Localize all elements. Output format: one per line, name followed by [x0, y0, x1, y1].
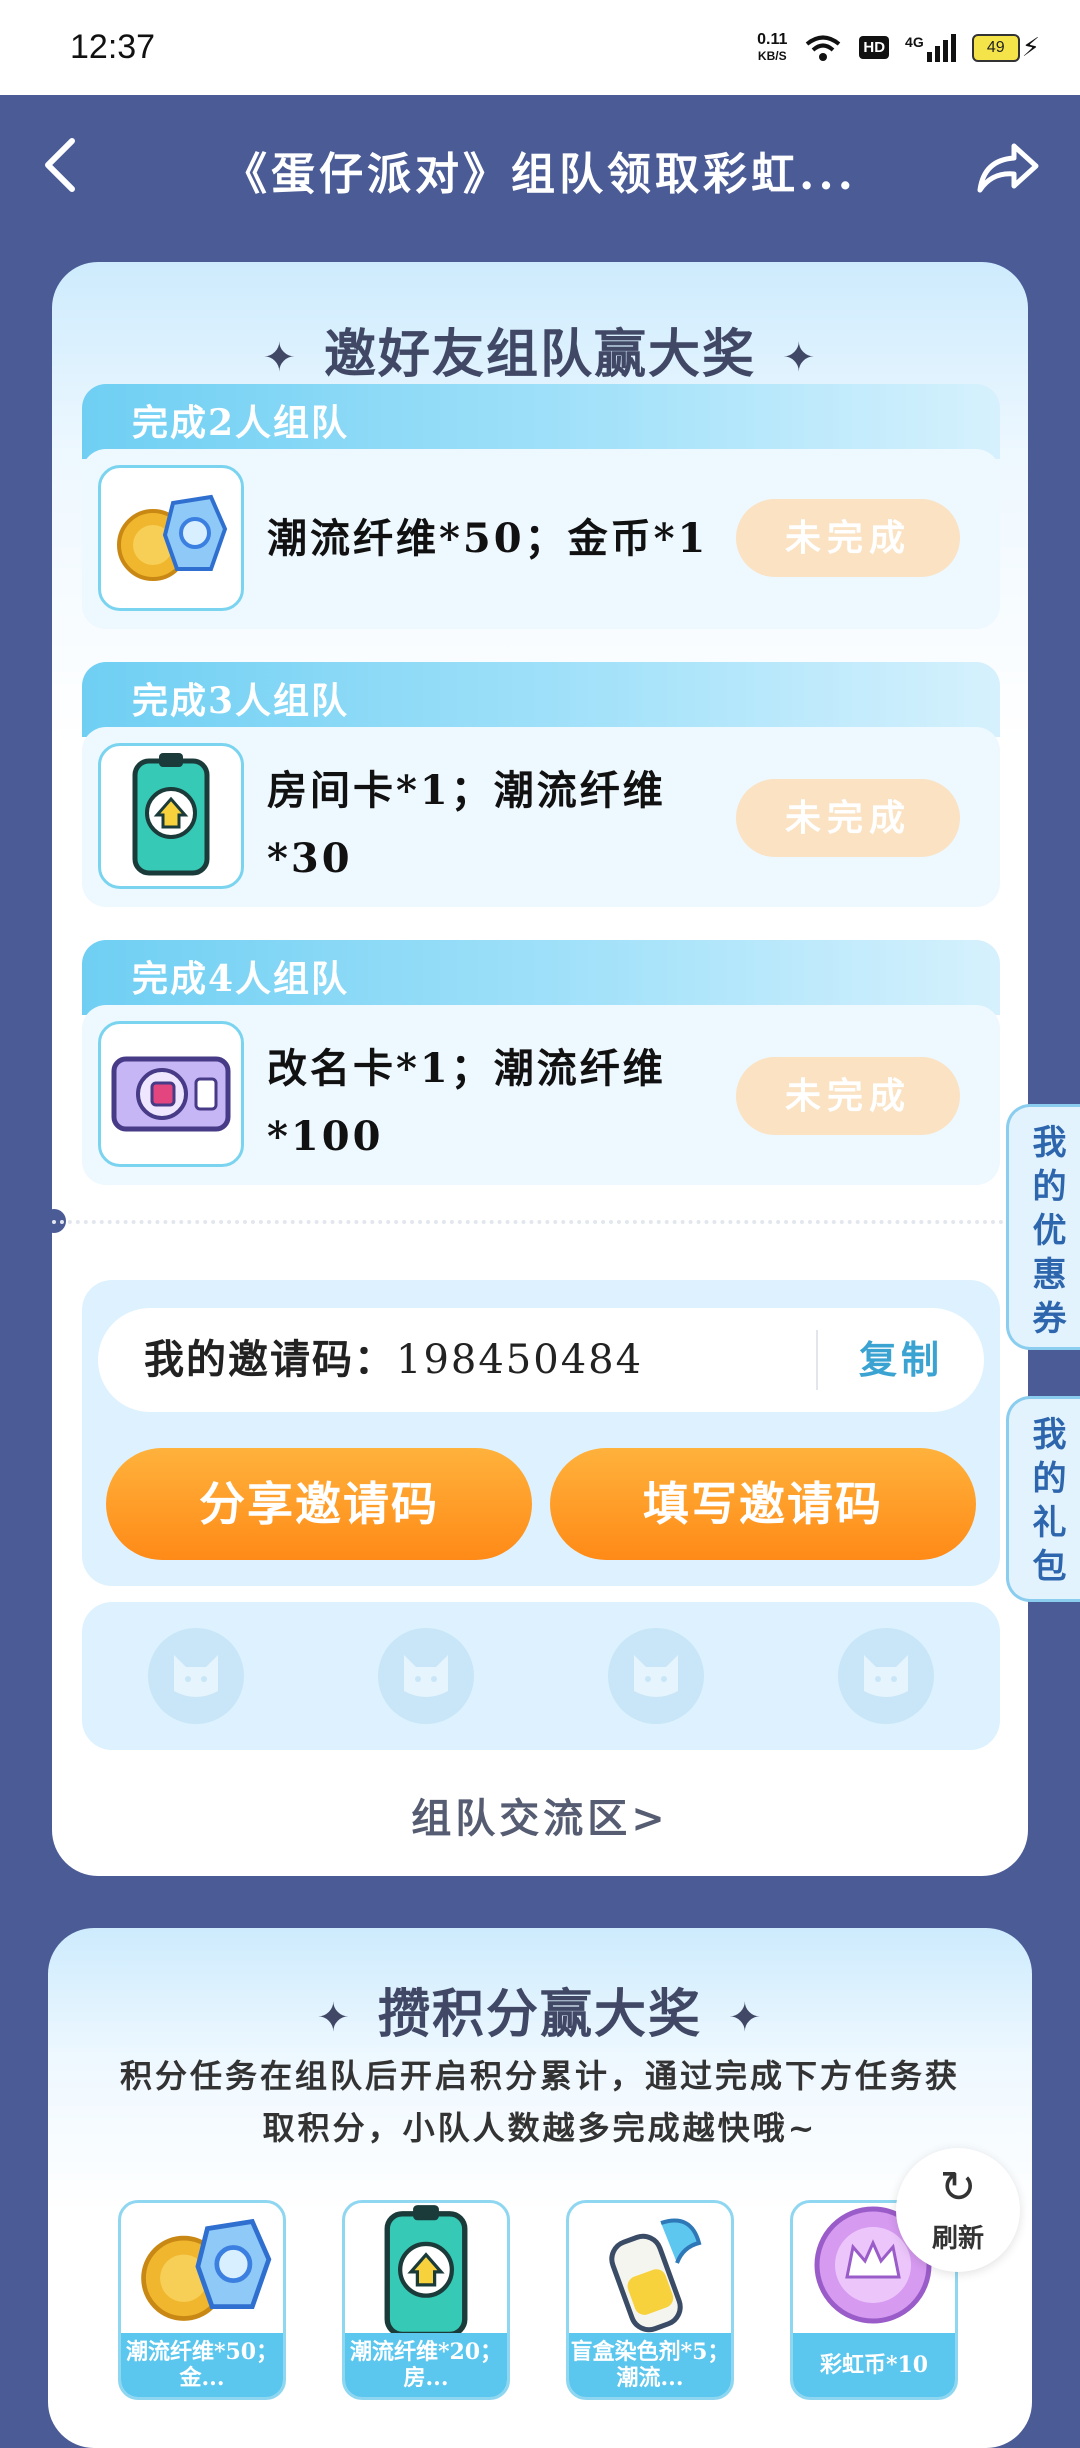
task-card: 完成3人组队 房间卡*1；潮流纤维*30 未完成	[82, 662, 1000, 907]
invite-code-field: 我的邀请码：198450484 复制	[98, 1308, 984, 1412]
team-chat-link[interactable]: 组队交流区>	[52, 1786, 1028, 1844]
invite-code-text: 我的邀请码：198450484	[144, 1308, 643, 1412]
task-reward-text: 潮流纤维*50；金币*1	[267, 515, 709, 562]
chevron-left-icon	[45, 138, 75, 192]
task-reward-text: 房间卡*1；潮流纤维*30	[267, 767, 666, 882]
refresh-button[interactable]: ↻ 刷新	[896, 2148, 1020, 2272]
dotted-divider	[52, 1220, 1028, 1224]
battery-level: 49	[971, 33, 1020, 62]
reward-icon-box	[98, 1021, 244, 1167]
back-button[interactable]	[40, 135, 110, 205]
reward-icon-box	[98, 743, 244, 889]
invite-panel: 我的邀请码：198450484 复制 分享邀请码 填写邀请码	[82, 1280, 1000, 1586]
task-band: 完成3人组队	[82, 662, 1000, 737]
reward-caption: 彩虹币*10	[793, 2333, 955, 2397]
share-icon	[977, 143, 1039, 193]
member-slot[interactable]	[608, 1628, 704, 1724]
points-reward-item[interactable]: 潮流纤维*50；金...	[118, 2200, 286, 2400]
task-reward-text: 改名卡*1；潮流纤维*100	[267, 1045, 666, 1160]
team-rewards-card: ✦ 邀好友组队赢大奖 ✦ 完成2人组队 潮流纤维*50；金币*1 未完成 完成3人组…	[42, 262, 1028, 1876]
net-speed-value: 0.11	[757, 30, 788, 48]
refresh-label: 刷新	[931, 2224, 984, 2254]
my-coupons-tab[interactable]: 我的优惠券	[1006, 1104, 1080, 1350]
task-status-button[interactable]: 未完成	[736, 779, 960, 857]
refresh-icon: ↻	[939, 2162, 977, 2213]
points-section-title-text: 攒积分赢大奖	[377, 1985, 702, 2045]
share-invite-code-button[interactable]: 分享邀请码	[106, 1448, 532, 1560]
task-card: 完成2人组队 潮流纤维*50；金币*1 未完成	[82, 384, 1000, 629]
avatar-placeholder-icon	[404, 1655, 448, 1697]
signal-icon: 4G	[905, 33, 956, 62]
team-member-slots	[82, 1602, 1000, 1750]
reward-caption: 潮流纤维*20；房...	[345, 2333, 507, 2397]
wifi-icon	[806, 35, 841, 61]
status-bar: 12:37 0.11 KB/S HD 4G 49 ⚡	[0, 0, 1080, 95]
task-body: 潮流纤维*50；金币*1 未完成	[82, 449, 1000, 629]
fill-invite-code-button[interactable]: 填写邀请码	[550, 1448, 976, 1560]
sparkle-icon: ✦	[262, 335, 298, 381]
member-slot[interactable]	[148, 1628, 244, 1724]
team-section-title-text: 邀好友组队赢大奖	[323, 325, 756, 385]
clock: 12:37	[70, 28, 156, 66]
status-icons: 0.11 KB/S HD 4G 49 ⚡	[757, 30, 1040, 64]
network-speed: 0.11 KB/S	[757, 30, 788, 64]
hd-icon: HD	[859, 36, 890, 59]
room-card-icon	[132, 753, 210, 876]
avatar-placeholder-icon	[174, 1655, 218, 1697]
points-section-title: ✦ 攒积分赢大奖 ✦	[48, 1972, 1032, 2047]
coin-crystal-icon	[117, 494, 228, 581]
sparkle-icon: ✦	[728, 1995, 764, 2041]
task-band-label: 完成3人组队	[132, 680, 350, 722]
signal-label: 4G	[905, 33, 924, 50]
task-card: 完成4人组队 改名卡*1；潮流纤维*100 未完成	[82, 940, 1000, 1185]
share-button[interactable]	[970, 140, 1040, 200]
task-band: 完成2人组队	[82, 384, 1000, 459]
copy-button[interactable]: 复制	[818, 1308, 984, 1412]
avatar-placeholder-icon	[634, 1655, 678, 1697]
member-slot[interactable]	[378, 1628, 474, 1724]
avatar-placeholder-icon	[864, 1655, 908, 1697]
points-card: ✦ 攒积分赢大奖 ✦ 积分任务在组队后开启积分累计，通过完成下方任务获取积分，小队人…	[48, 1928, 1032, 2448]
invite-code-label: 我的邀请码：	[144, 1336, 396, 1383]
task-band-label: 完成2人组队	[132, 402, 350, 444]
page-title: 《蛋仔派对》组队领取彩虹...	[223, 149, 857, 200]
invite-code-value: 198450484	[396, 1337, 644, 1383]
reward-caption: 潮流纤维*50；金...	[121, 2333, 283, 2397]
charging-icon: ⚡	[1021, 32, 1040, 63]
my-coupons-label: 我的优惠券	[1032, 1123, 1067, 1339]
task-band: 完成4人组队	[82, 940, 1000, 1015]
task-status-button[interactable]: 未完成	[736, 1057, 960, 1135]
sparkle-icon: ✦	[316, 1995, 352, 2041]
reward-caption: 盲盒染色剂*5；潮流...	[569, 2333, 731, 2397]
task-band-label: 完成4人组队	[132, 958, 350, 1000]
rename-card-icon	[111, 1056, 231, 1132]
task-status-button[interactable]: 未完成	[736, 499, 960, 577]
reward-icon-box	[98, 465, 244, 611]
room-card-icon	[384, 2205, 468, 2338]
points-reward-item[interactable]: 盲盒染色剂*5；潮流...	[566, 2200, 734, 2400]
task-body: 房间卡*1；潮流纤维*30 未完成	[82, 727, 1000, 907]
net-speed-unit: KB/S	[757, 48, 787, 63]
points-reward-item[interactable]: 潮流纤维*20；房...	[342, 2200, 510, 2400]
nav-header: 《蛋仔派对》组队领取彩虹...	[0, 95, 1080, 245]
my-gifts-label: 我的礼包	[1032, 1415, 1067, 1587]
coin-crystal-icon	[141, 2218, 272, 2321]
sparkle-icon: ✦	[782, 335, 818, 381]
my-gifts-tab[interactable]: 我的礼包	[1006, 1396, 1080, 1602]
dye-bottle-icon	[609, 2218, 702, 2333]
task-body: 改名卡*1；潮流纤维*100 未完成	[82, 1005, 1000, 1185]
points-description: 积分任务在组队后开启积分累计，通过完成下方任务获取积分，小队人数越多完成越快哦~	[119, 2057, 960, 2147]
team-section-title: ✦ 邀好友组队赢大奖 ✦	[52, 312, 1028, 387]
member-slot[interactable]	[838, 1628, 934, 1724]
battery-icon: 49 ⚡	[971, 32, 1040, 63]
